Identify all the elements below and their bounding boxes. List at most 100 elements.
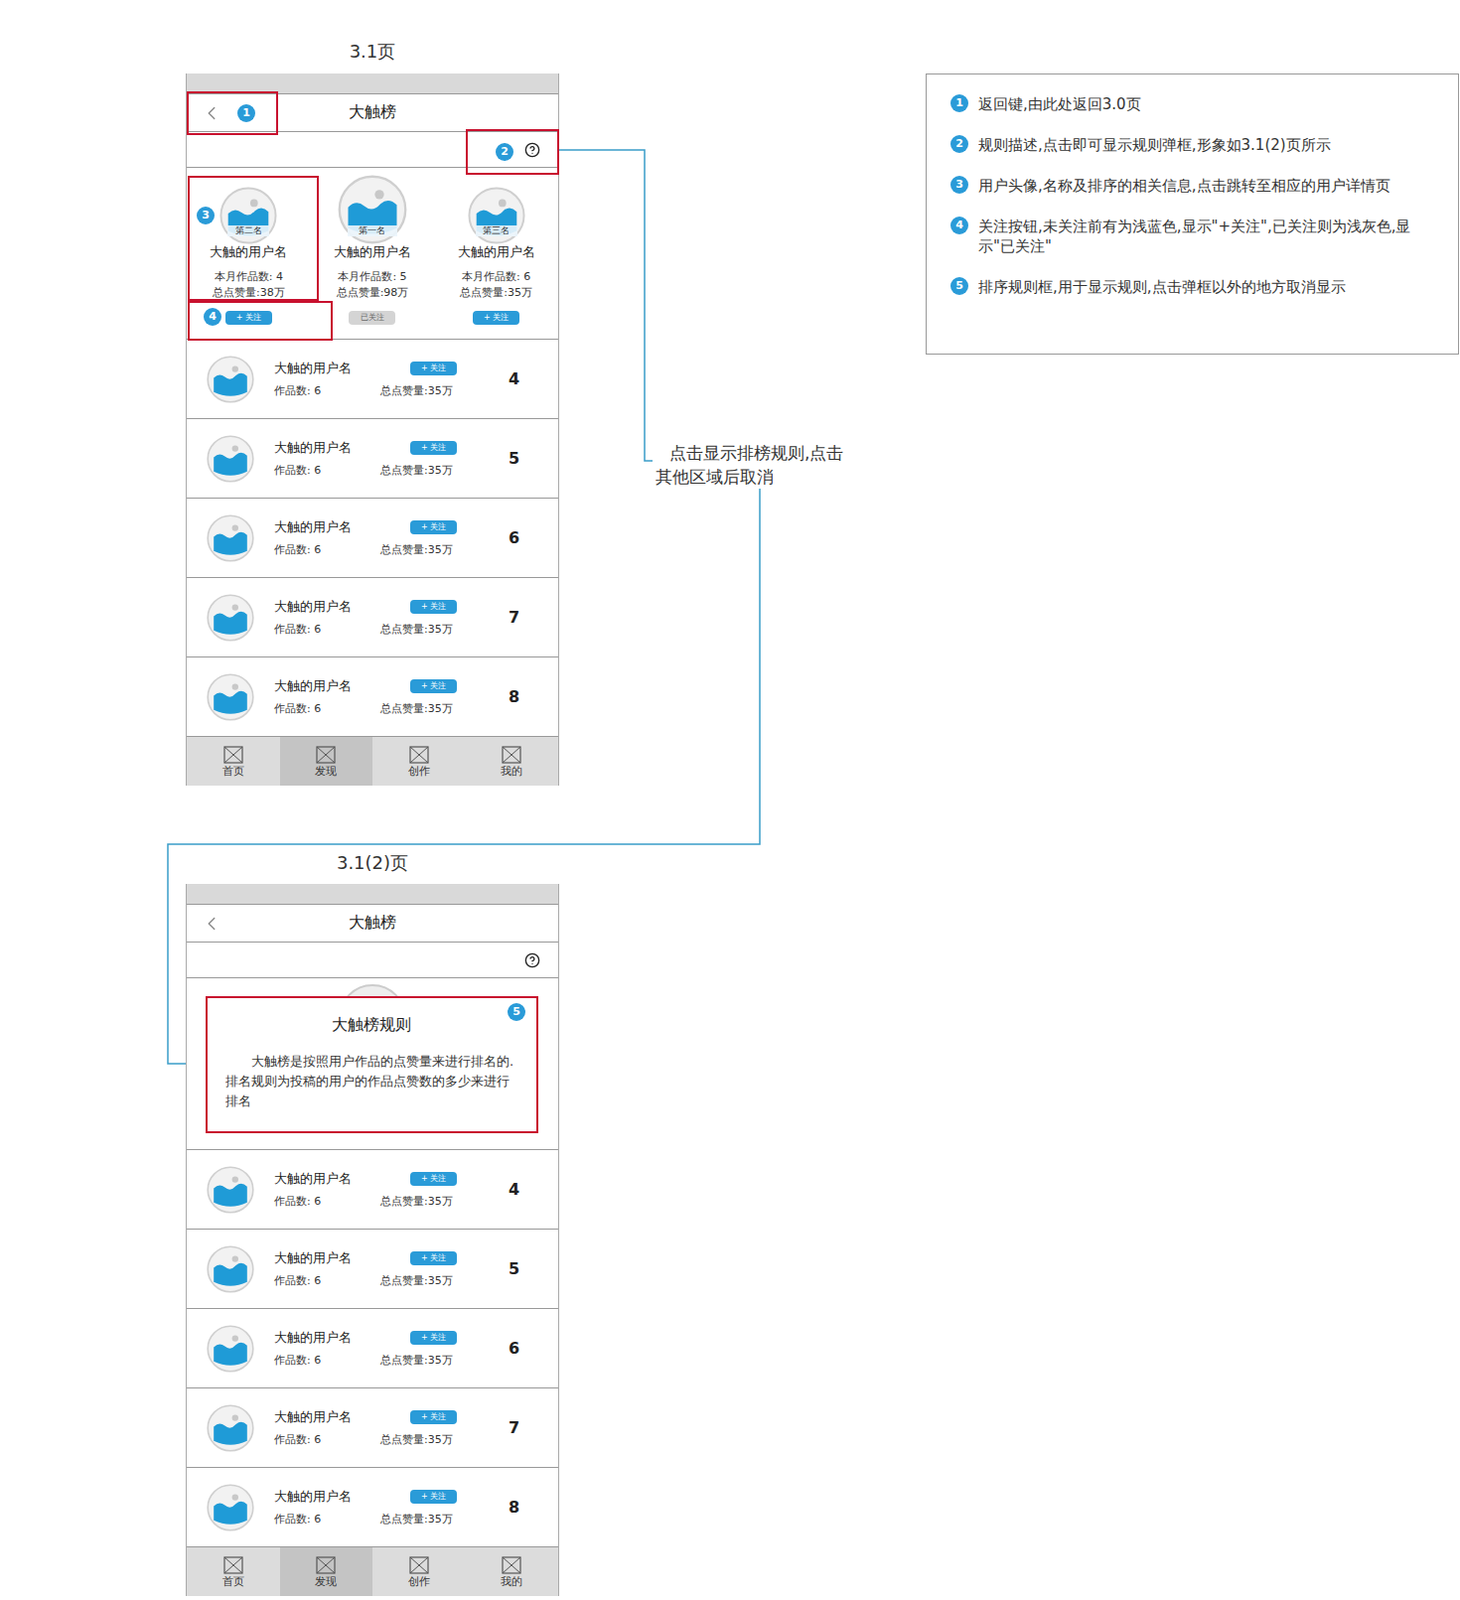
follow-button[interactable]: + 关注 [410,1410,457,1425]
user-name: 大触的用户名 [274,439,411,456]
rank-label: 第一名 [347,225,398,237]
likes-count: 总点赞量:35万 [380,463,453,478]
avatar-image-icon [206,1245,255,1294]
header-title: 大触榜 [236,102,509,124]
user-avatar[interactable]: 第二名 [219,186,278,245]
placeholder-icon [315,1556,336,1575]
user-name: 大触的用户名 [274,598,411,615]
ranking-row[interactable]: 大触的用户名+ 关注作品数: 6总点赞量:35万7 [186,1388,559,1468]
follow-button[interactable]: + 关注 [225,310,273,325]
follow-button[interactable]: + 关注 [410,1489,457,1504]
placeholder-icon [409,1556,430,1575]
marker-badge: 5 [507,1003,526,1022]
marker-badge: 2 [950,135,969,153]
follow-button[interactable]: + 关注 [410,520,457,535]
user-avatar[interactable] [206,1483,255,1532]
user-name: 大触的用户名 [209,244,288,261]
placeholder-icon [223,745,244,764]
rank-label: 第三名 [475,225,518,237]
avatar-image-icon [206,1166,255,1214]
row-info: 大触的用户名+ 关注作品数: 6总点赞量:35万 [274,1488,489,1527]
user-avatar[interactable] [206,1166,255,1214]
marker-badge: 3 [950,175,969,194]
ranking-row[interactable]: 大触的用户名+ 关注作品数: 6总点赞量:35万 4 [186,339,559,420]
question-icon[interactable] [524,142,541,158]
tab-item[interactable]: 首页 [186,1547,281,1597]
row-info: 大触的用户名+ 关注作品数: 6总点赞量:35万 [274,598,489,637]
row-info: 大触的用户名+ 关注作品数: 6总点赞量:35万 [274,360,489,399]
follow-button[interactable]: + 关注 [410,440,457,455]
user-name: 大触的用户名 [274,519,411,536]
podium-user[interactable]: 第一名大触的用户名本月作品数: 5总点赞量:98万已关注 [310,175,436,339]
ranking-row[interactable]: 大触的用户名+ 关注作品数: 6总点赞量:35万6 [186,1309,559,1389]
follow-button[interactable]: + 关注 [410,361,457,376]
highlight-box: 4 [187,300,333,341]
row-info: 大触的用户名+ 关注作品数: 6总点赞量:35万 [274,1329,489,1368]
connector-label: 点击显示排榜规则,点击其他区域后取消 [655,440,844,489]
back-button[interactable] [186,912,237,935]
ranking-row[interactable]: 大触的用户名+ 关注作品数: 6总点赞量:35万5 [186,1229,559,1310]
ranking-row[interactable]: 大触的用户名+ 关注作品数: 6总点赞量:35万6 [186,498,559,579]
works-count: 作品数: 6 [274,1512,381,1527]
user-avatar[interactable]: 第三名 [467,186,526,245]
back-button[interactable] [186,102,237,125]
avatar-image-icon [206,514,255,563]
rank-number: 4 [508,369,549,389]
ranking-row[interactable]: 大触的用户名+ 关注作品数: 6总点赞量:35万4 [186,1150,559,1230]
user-avatar[interactable] [206,593,255,642]
user-avatar[interactable] [206,1404,255,1453]
user-avatar[interactable] [206,514,255,563]
header: 大触榜 [186,93,559,133]
podium-user[interactable]: 第三名大触的用户名本月作品数: 6总点赞量:35万+ 关注 [434,175,559,339]
row-info: 大触的用户名+ 关注作品数: 6总点赞量:35万 [274,1170,489,1209]
chevron-left-icon [200,912,223,935]
user-avatar[interactable]: 第一名 [337,174,408,245]
tab-item[interactable]: 创作 [372,1547,466,1597]
header: 大触榜 [186,903,559,943]
tab-item[interactable]: 发现 [280,1547,374,1597]
ranking-row[interactable]: 大触的用户名+ 关注作品数: 6总点赞量:35万 5 [186,419,559,499]
user-avatar[interactable] [206,355,255,404]
avatar-image-icon [206,1404,255,1453]
user-name: 大触的用户名 [274,1250,411,1267]
follow-button[interactable]: 已关注 [348,310,396,325]
follow-button[interactable]: + 关注 [410,679,457,694]
follow-button[interactable]: + 关注 [472,310,520,325]
note-item: 3用户头像,名称及排序的相关信息,点击跳转至相应的用户详情页 [950,175,1429,196]
rank-number: 6 [508,528,549,548]
rank-number: 4 [508,1179,549,1199]
ranking-row[interactable]: 大触的用户名+ 关注作品数: 6总点赞量:35万8 [186,1467,559,1548]
tab-item[interactable]: 创作 [372,736,466,786]
tab-item[interactable]: 首页 [186,736,281,786]
follow-button[interactable]: + 关注 [410,1330,457,1345]
user-avatar[interactable] [206,1324,255,1373]
ranking-row[interactable]: 大触的用户名+ 关注作品数: 6总点赞量:35万8 [186,657,559,737]
marker-badge: 5 [950,277,969,295]
rank-number: 5 [508,448,549,468]
works-count: 作品数: 6 [274,1194,381,1209]
user-name: 大触的用户名 [274,1409,411,1426]
user-avatar[interactable] [206,435,255,483]
user-avatar[interactable] [206,673,255,722]
rule-bar [186,942,559,979]
tab-item[interactable]: 发现 [280,736,374,786]
follow-button[interactable]: + 关注 [410,1171,457,1186]
ranking-row[interactable]: 大触的用户名+ 关注作品数: 6总点赞量:35万7 [186,578,559,658]
works-count: 作品数: 6 [274,463,381,478]
avatar-image-icon [206,435,255,483]
follow-button[interactable]: + 关注 [410,1251,457,1266]
note-item: 5排序规则框,用于显示规则,点击弹框以外的地方取消显示 [950,277,1429,297]
highlight-box: 3 [187,175,319,301]
tab-item[interactable]: 我的 [465,736,560,786]
follow-button[interactable]: + 关注 [410,599,457,614]
rank-label: 第二名 [227,225,270,237]
page-caption: 3.1(2)页 [185,851,560,876]
tab-item[interactable]: 我的 [465,1547,560,1597]
podium-user[interactable]: 第二名大触的用户名本月作品数: 4总点赞量:38万+ 关注 [186,175,311,339]
question-icon[interactable] [524,952,541,969]
avatar-image-icon [206,673,255,722]
user-avatar[interactable] [206,1245,255,1294]
tab-bar: 首页发现创作我的 [186,736,559,786]
tab-bar: 首页发现创作我的 [186,1547,559,1597]
likes-count: 总点赞量:35万 [380,1194,453,1209]
